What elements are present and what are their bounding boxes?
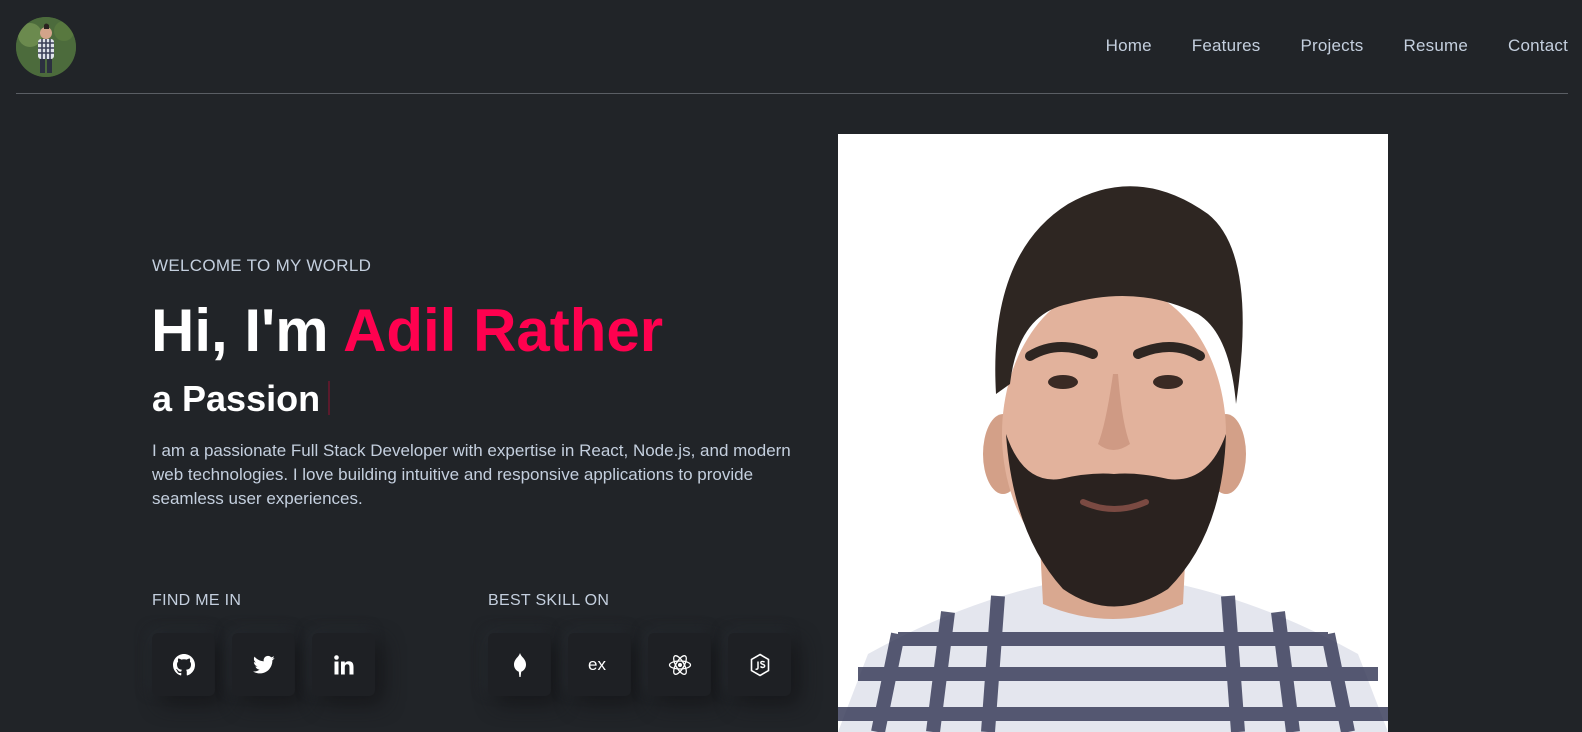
social-links [152, 633, 375, 696]
nav-resume[interactable]: Resume [1403, 36, 1468, 56]
nodejs-skill[interactable] [728, 633, 791, 696]
welcome-subtitle: WELCOME TO MY WORLD [152, 256, 372, 275]
typing-cursor [328, 381, 331, 416]
skill-icons: ex [488, 633, 791, 696]
hero-name: Adil Rather [343, 297, 664, 364]
linkedin-icon [333, 654, 353, 674]
typed-text-value: a Passion [152, 378, 321, 419]
typed-text: a Passion [152, 378, 331, 420]
linkedin-button[interactable] [312, 633, 375, 696]
header: Home Features Projects Resume Contact [16, 0, 1568, 94]
twitter-icon [252, 655, 275, 673]
react-skill[interactable] [648, 633, 711, 696]
hero-description: I am a passionate Full Stack Developer w… [152, 441, 791, 508]
find-me-title: FIND ME IN [152, 592, 242, 609]
nav-home[interactable]: Home [1106, 36, 1152, 56]
nav-contact[interactable]: Contact [1508, 36, 1568, 56]
react-icon [668, 654, 691, 675]
nav-features[interactable]: Features [1192, 36, 1261, 56]
svg-text:ex: ex [588, 656, 606, 674]
github-icon [172, 653, 195, 675]
nav-projects[interactable]: Projects [1300, 36, 1363, 56]
greeting-text: Hi, I'm [151, 297, 344, 364]
mongodb-skill[interactable] [488, 633, 551, 696]
express-icon: ex [588, 656, 606, 674]
hero-title: Hi, I'm Adil Rather [151, 296, 663, 365]
main-nav: Home Features Projects Resume Contact [1106, 36, 1568, 56]
nodejs-icon [750, 653, 769, 676]
express-skill[interactable]: ex [568, 633, 631, 696]
skills-title: BEST SKILL ON [488, 592, 610, 609]
avatar[interactable] [16, 17, 76, 77]
mongodb-icon [513, 652, 526, 677]
page: Home Features Projects Resume Contact WE… [0, 0, 1582, 732]
profile-photo [838, 134, 1388, 732]
github-button[interactable] [152, 633, 215, 696]
twitter-button[interactable] [232, 633, 295, 696]
